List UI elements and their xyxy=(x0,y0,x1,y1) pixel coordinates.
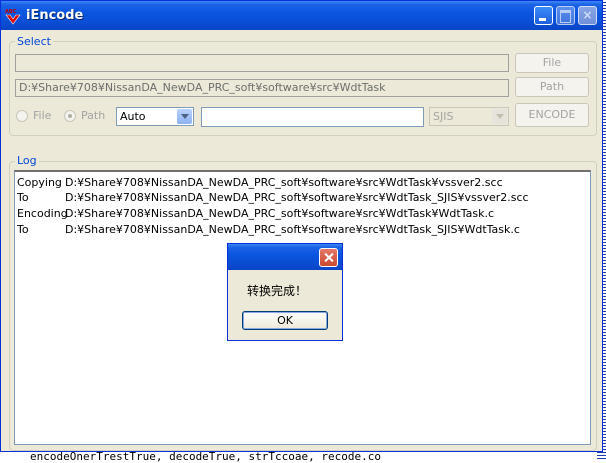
message-dialog: 转换完成！ OK xyxy=(227,243,343,341)
log-row-key: Encoding xyxy=(17,207,68,220)
minimize-button[interactable] xyxy=(534,6,553,25)
ok-button[interactable]: OK xyxy=(242,311,328,330)
select-group-label: Select xyxy=(15,35,53,48)
log-row: To D:¥Share¥708¥NissanDA_NewDA_PRC_soft¥s… xyxy=(17,223,520,237)
log-row-key: To xyxy=(17,191,29,204)
source-encoding-select[interactable]: Auto xyxy=(116,107,194,126)
chevron-down-icon[interactable] xyxy=(177,109,192,124)
target-encoding-select[interactable]: SJIS xyxy=(429,107,509,126)
close-icon: × xyxy=(582,8,593,22)
log-row-value: D:¥Share¥708¥NissanDA_NewDA_PRC_soft¥sof… xyxy=(65,223,520,236)
file-button[interactable]: File xyxy=(515,53,589,73)
svg-text:ABC: ABC xyxy=(5,9,17,15)
path-button[interactable]: Path xyxy=(515,77,589,97)
target-input[interactable] xyxy=(201,107,424,127)
path-radio[interactable] xyxy=(64,110,76,122)
title-bar[interactable]: ABC iEncode × xyxy=(1,1,602,30)
dialog-close-button[interactable] xyxy=(319,248,338,267)
log-group-label: Log xyxy=(15,154,39,167)
target-encoding-value: SJIS xyxy=(433,110,454,123)
log-row: To D:¥Share¥708¥NissanDA_NewDA_PRC_soft¥s… xyxy=(17,191,529,205)
log-row-value: D:¥Share¥708¥NissanDA_NewDA_PRC_soft¥sof… xyxy=(65,207,494,220)
minimize-icon xyxy=(535,7,552,24)
close-button[interactable]: × xyxy=(578,6,597,25)
log-row-value: D:¥Share¥708¥NissanDA_NewDA_PRC_soft¥sof… xyxy=(65,191,529,204)
log-row-value: D:¥Share¥708¥NissanDA_NewDA_PRC_soft¥sof… xyxy=(65,176,503,189)
log-row: EncodingD:¥Share¥708¥NissanDA_NewDA_PRC_… xyxy=(17,207,494,221)
source-encoding-value: Auto xyxy=(120,110,146,123)
path-radio-label: Path xyxy=(81,109,106,122)
app-icon: ABC xyxy=(5,9,21,25)
dialog-message: 转换完成！ xyxy=(247,284,308,298)
file-radio[interactable] xyxy=(16,110,28,122)
window-title: iEncode xyxy=(26,8,84,23)
encode-button[interactable]: ENCODE xyxy=(515,103,589,127)
file-radio-label: File xyxy=(33,109,52,122)
folder-path-field[interactable]: D:¥Share¥708¥NissanDA_NewDA_PRC_soft¥sof… xyxy=(15,79,509,97)
log-row-key: Copying xyxy=(17,176,62,189)
file-path-field[interactable] xyxy=(15,54,509,72)
log-row-key: To xyxy=(17,223,29,236)
main-window: ABC iEncode × Select D:¥Share¥708¥Nissan… xyxy=(0,0,603,452)
maximize-button[interactable] xyxy=(556,6,575,25)
chevron-down-icon[interactable] xyxy=(492,109,507,124)
maximize-icon xyxy=(557,7,574,24)
log-row: Copying D:¥Share¥708¥NissanDA_NewDA_PRC_s… xyxy=(17,176,503,190)
dialog-title-bar[interactable] xyxy=(228,244,342,270)
